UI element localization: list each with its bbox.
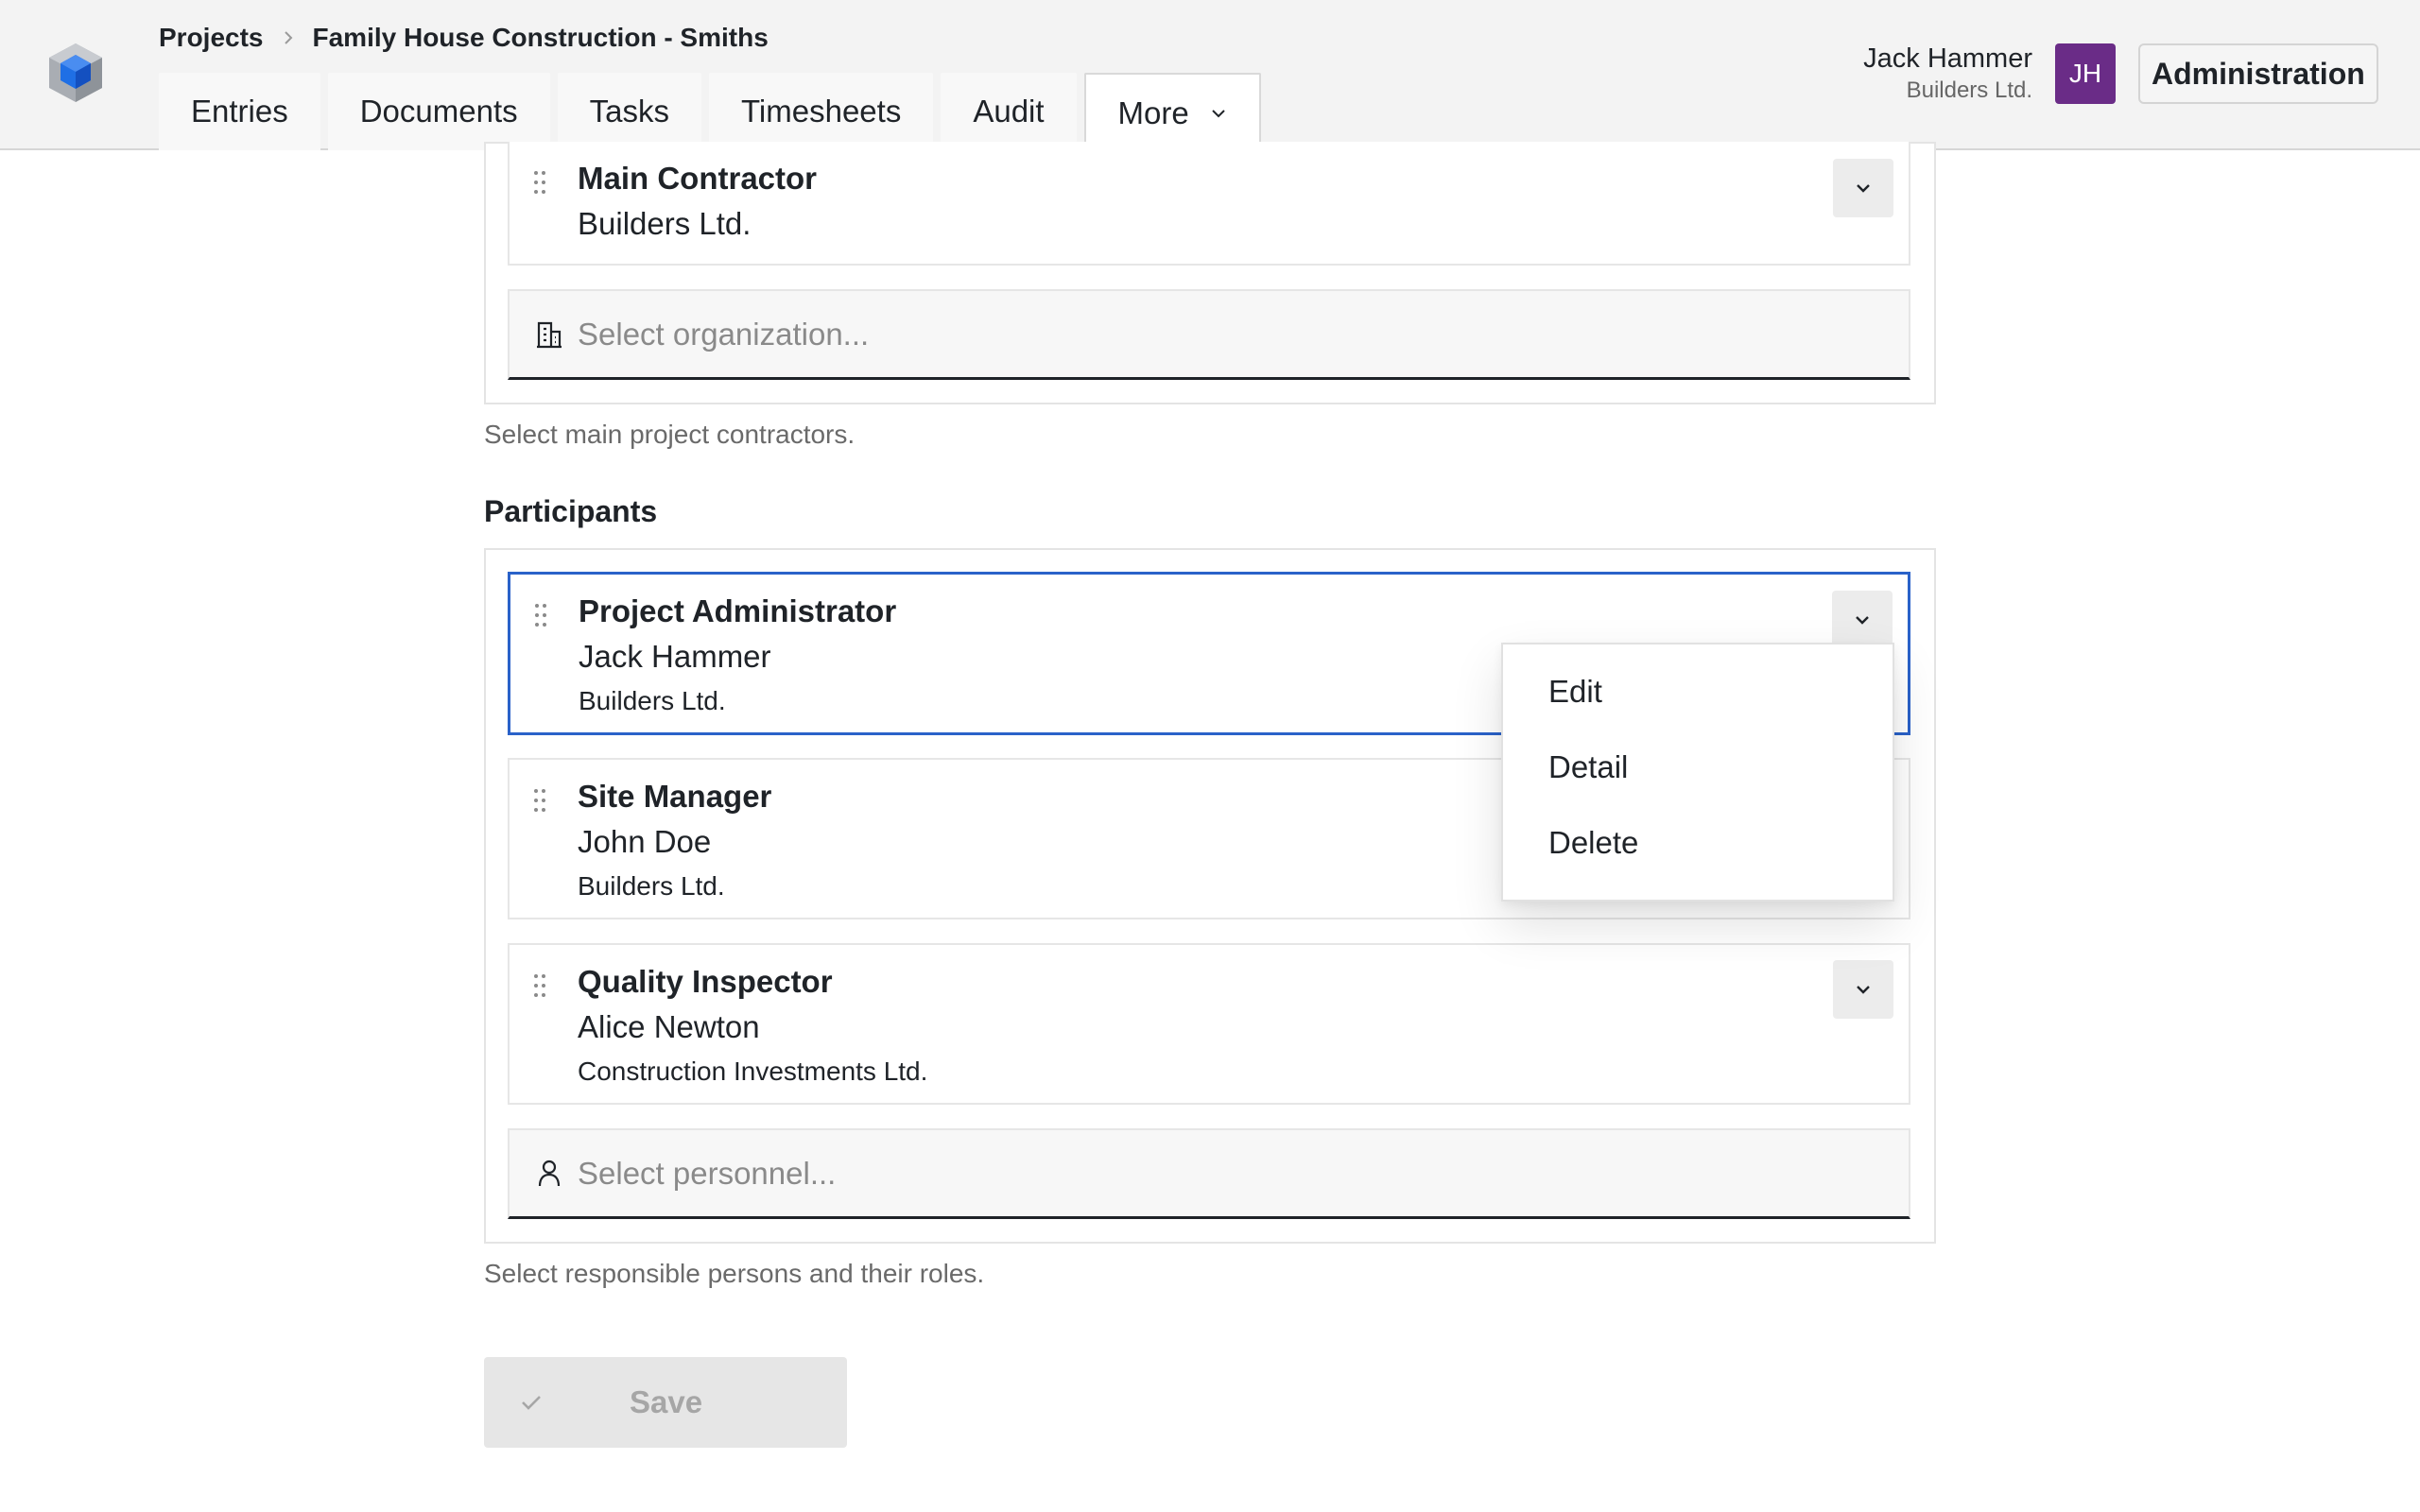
contractor-role: Main Contractor [578, 161, 818, 196]
administration-button[interactable]: Administration [2138, 43, 2378, 104]
tab-label: Timesheets [740, 94, 902, 129]
project-tabs: Entries Documents Tasks Timesheets Audit… [159, 73, 1269, 152]
participant-organization: Construction Investments Ltd. [578, 1057, 928, 1086]
check-icon [522, 1396, 541, 1410]
drag-handle-icon[interactable] [532, 788, 547, 813]
menu-item-edit[interactable]: Edit [1503, 654, 1893, 730]
chevron-down-icon [1856, 616, 1869, 625]
participant-card[interactable]: Quality Inspector Alice Newton Construct… [508, 943, 1910, 1105]
tab-more[interactable]: More [1083, 73, 1261, 152]
participant-role: Project Administrator [579, 593, 897, 628]
personnel-select[interactable]: Select personnel... [508, 1128, 1910, 1219]
app-logo-icon[interactable] [47, 42, 104, 104]
participant-name: Jack Hammer [579, 639, 771, 674]
chevron-down-icon [1857, 986, 1870, 994]
avatar[interactable]: JH [2055, 43, 2116, 104]
organization-select-placeholder: Select organization... [578, 316, 870, 352]
top-bar: Projects Family House Construction - Smi… [0, 0, 2420, 152]
breadcrumb-projects-link[interactable]: Projects [159, 23, 264, 53]
participant-context-menu: Edit Detail Delete [1501, 643, 1894, 902]
drag-handle-icon[interactable] [533, 603, 548, 627]
chevron-down-icon [1857, 184, 1870, 193]
contractors-hint: Select main project contractors. [484, 420, 856, 449]
participant-organization: Builders Ltd. [579, 686, 726, 715]
tab-timesheets[interactable]: Timesheets [708, 73, 934, 150]
building-icon [537, 321, 562, 348]
participant-role: Quality Inspector [578, 964, 833, 999]
contractor-menu-button[interactable] [1833, 159, 1893, 217]
participant-menu-button[interactable] [1832, 591, 1893, 649]
personnel-select-placeholder: Select personnel... [578, 1155, 837, 1191]
participant-menu-button[interactable] [1833, 960, 1893, 1019]
participant-name: Alice Newton [578, 1009, 760, 1044]
tab-label: Tasks [589, 94, 669, 129]
tab-audit[interactable]: Audit [941, 73, 1077, 150]
tab-entries[interactable]: Entries [159, 73, 320, 150]
contractor-organization: Builders Ltd. [578, 206, 752, 241]
tab-label: More [1117, 95, 1189, 130]
tab-label: Entries [191, 94, 288, 129]
contractor-card[interactable]: Main Contractor Builders Ltd. [508, 142, 1910, 266]
menu-item-detail[interactable]: Detail [1503, 730, 1893, 805]
tab-label: Documents [359, 94, 518, 129]
breadcrumb-current-project[interactable]: Family House Construction - Smiths [313, 23, 769, 53]
user-info[interactable]: Jack Hammer Builders Ltd. [1863, 42, 2032, 106]
organization-select[interactable]: Select organization... [508, 289, 1910, 380]
participant-organization: Builders Ltd. [578, 871, 725, 901]
participant-role: Site Manager [578, 779, 772, 814]
participants-hint: Select responsible persons and their rol… [484, 1259, 985, 1288]
tab-label: Audit [973, 94, 1045, 129]
participant-name: John Doe [578, 824, 712, 859]
user-organization: Builders Ltd. [1906, 77, 2032, 103]
tab-documents[interactable]: Documents [327, 73, 550, 150]
save-button-label: Save [630, 1384, 703, 1419]
chevron-right-icon [284, 31, 292, 44]
breadcrumb: Projects Family House Construction - Smi… [159, 21, 769, 55]
save-button[interactable]: Save [484, 1357, 847, 1448]
user-name: Jack Hammer [1863, 43, 2032, 74]
chevron-down-icon [1212, 110, 1225, 118]
drag-handle-icon[interactable] [532, 170, 547, 195]
person-icon [538, 1160, 561, 1186]
menu-item-delete[interactable]: Delete [1503, 805, 1893, 881]
tab-tasks[interactable]: Tasks [557, 73, 701, 150]
participants-title: Participants [484, 494, 658, 528]
drag-handle-icon[interactable] [532, 973, 547, 998]
